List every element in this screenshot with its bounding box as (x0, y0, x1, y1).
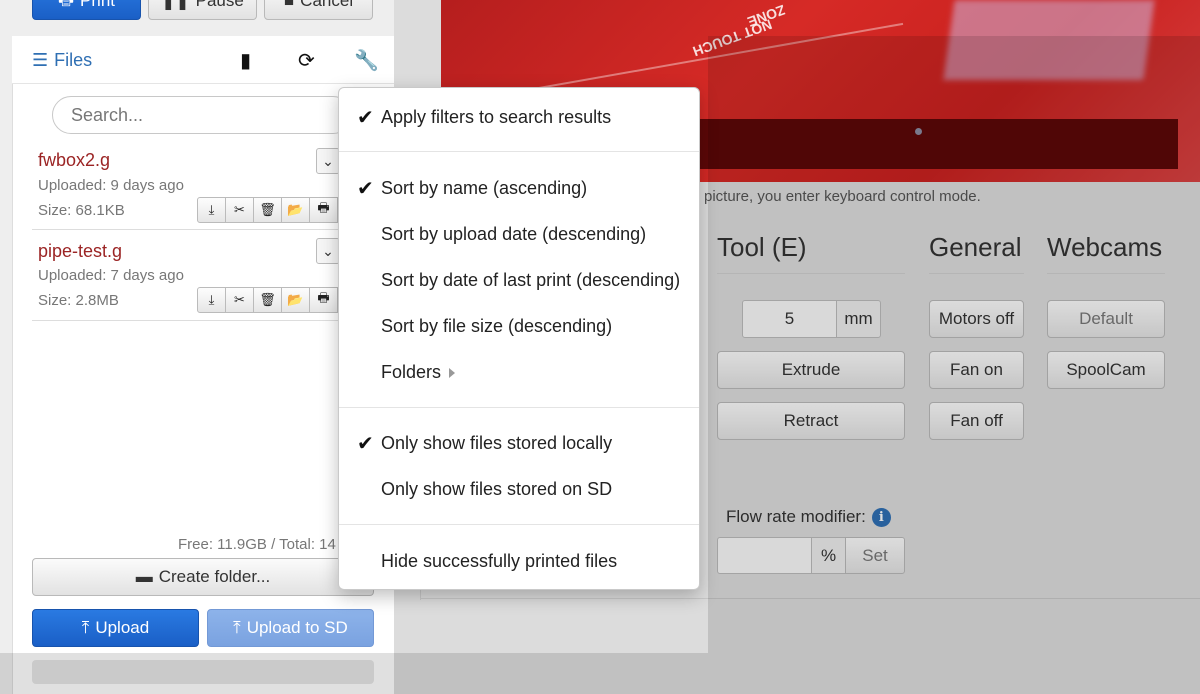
files-header: ☰ Files ▮ ⟳ 🔧 (12, 36, 394, 84)
download-icon[interactable]: ⤓ (197, 197, 226, 223)
file-uploaded: Uploaded: 9 days ago (38, 177, 184, 194)
download-icon[interactable]: ⤓ (197, 287, 226, 313)
menu-item-sort-name[interactable]: ✔ Sort by name (ascending) (339, 169, 699, 207)
file-list-settings-menu: ✔ Apply filters to search results ✔ Sort… (338, 87, 700, 590)
printer-icon: 🖶 (58, 0, 74, 16)
file-actions: ⤓ ✂ 🗑 📂 🖶 (197, 287, 338, 313)
storage-info: Free: 11.9GB / Total: 14 (178, 536, 336, 553)
print-button[interactable]: 🖶 Print (32, 0, 141, 20)
file-size: Size: 68.1KB (38, 202, 125, 219)
webcam-default-button[interactable]: Default (1047, 300, 1165, 338)
refresh-icon[interactable]: ⟳ (298, 48, 315, 73)
menu-divider (339, 524, 699, 525)
info-icon[interactable]: i (871, 507, 891, 527)
file-name[interactable]: fwbox2.g (38, 150, 110, 171)
menu-item-folders[interactable]: Folders (339, 353, 699, 391)
cancel-button[interactable]: ■ Cancel (264, 0, 373, 20)
menu-divider (339, 407, 699, 408)
divider (1047, 273, 1165, 274)
flow-set-button[interactable]: Set (845, 537, 905, 574)
check-icon: ✔ (357, 432, 374, 455)
search-input[interactable]: Search... (52, 96, 352, 134)
fan-on-button[interactable]: Fan on (929, 351, 1024, 389)
menu-item-local-files[interactable]: ✔ Only show files stored locally (339, 424, 699, 462)
cut-icon[interactable]: ✂ (225, 197, 254, 223)
wrench-icon[interactable]: 🔧 (354, 48, 379, 73)
tab-webcams[interactable]: Webcams (1047, 232, 1162, 263)
check-icon: ✔ (357, 177, 374, 200)
files-title[interactable]: ☰ Files (32, 50, 92, 71)
divider (929, 273, 1024, 274)
menu-divider (339, 151, 699, 152)
flow-rate-label: Flow rate modifier: i (726, 507, 891, 527)
chevron-down-icon[interactable]: ⌄ (316, 238, 340, 264)
pause-icon: ❚❚ (161, 0, 190, 10)
webcam-spoolcam-button[interactable]: SpoolCam (1047, 351, 1165, 389)
upload-sd-button[interactable]: ⤒ Upload to SD (207, 609, 374, 647)
webcam-decoration (915, 128, 922, 135)
menu-item-sort-last-print[interactable]: Sort by date of last print (descending) (339, 261, 699, 299)
stop-icon: ■ (283, 0, 295, 10)
list-icon: ☰ (32, 50, 49, 70)
retract-button[interactable]: Retract (717, 402, 905, 440)
caret-right-icon (449, 367, 456, 378)
sd-card-icon[interactable]: ▮ (240, 48, 251, 73)
file-size: Size: 2.8MB (38, 292, 119, 309)
file-actions: ⤓ ✂ 🗑 📂 🖶 (197, 197, 338, 223)
motors-off-button[interactable]: Motors off (929, 300, 1024, 338)
upload-button[interactable]: ⤒ Upload (32, 609, 199, 647)
create-folder-button[interactable]: ▬ Create folder... (32, 558, 374, 596)
file-uploaded: Uploaded: 7 days ago (38, 267, 184, 284)
extrude-button[interactable]: Extrude (717, 351, 905, 389)
unit-addon: mm (836, 300, 881, 338)
print-icon[interactable]: 🖶 (309, 197, 338, 223)
percent-addon: % (811, 537, 846, 574)
trash-icon[interactable]: 🗑 (253, 197, 282, 223)
file-name[interactable]: pipe-test.g (38, 241, 122, 262)
folder-icon: ▬ (135, 567, 153, 586)
menu-item-sort-upload-date[interactable]: Sort by upload date (descending) (339, 215, 699, 253)
cut-icon[interactable]: ✂ (225, 287, 254, 313)
webcam-decoration (943, 0, 1155, 80)
check-icon: ✔ (357, 106, 374, 129)
chevron-down-icon[interactable]: ⌄ (316, 148, 340, 174)
divider (717, 273, 905, 274)
extrude-amount-input[interactable]: 5 (742, 300, 837, 338)
menu-item-hide-printed[interactable]: Hide successfully printed files (339, 542, 699, 580)
print-icon[interactable]: 🖶 (309, 287, 338, 313)
progress-bar (32, 660, 374, 684)
pause-button[interactable]: ❚❚ Pause (148, 0, 257, 20)
menu-item-sort-file-size[interactable]: Sort by file size (descending) (339, 307, 699, 345)
folder-open-icon[interactable]: 📂 (281, 197, 310, 223)
divider (420, 598, 1200, 599)
trash-icon[interactable]: 🗑 (253, 287, 282, 313)
folder-open-icon[interactable]: 📂 (281, 287, 310, 313)
flow-rate-input[interactable] (717, 537, 812, 574)
menu-item-sd-files[interactable]: Only show files stored on SD (339, 470, 699, 508)
keyboard-hint: picture, you enter keyboard control mode… (704, 188, 981, 205)
menu-item-apply-filters[interactable]: ✔ Apply filters to search results (339, 98, 699, 136)
tab-general[interactable]: General (929, 232, 1022, 263)
tab-tool[interactable]: Tool (E) (717, 232, 807, 263)
upload-icon: ⤒ (233, 618, 241, 637)
fan-off-button[interactable]: Fan off (929, 402, 1024, 440)
upload-icon: ⤒ (81, 618, 90, 637)
